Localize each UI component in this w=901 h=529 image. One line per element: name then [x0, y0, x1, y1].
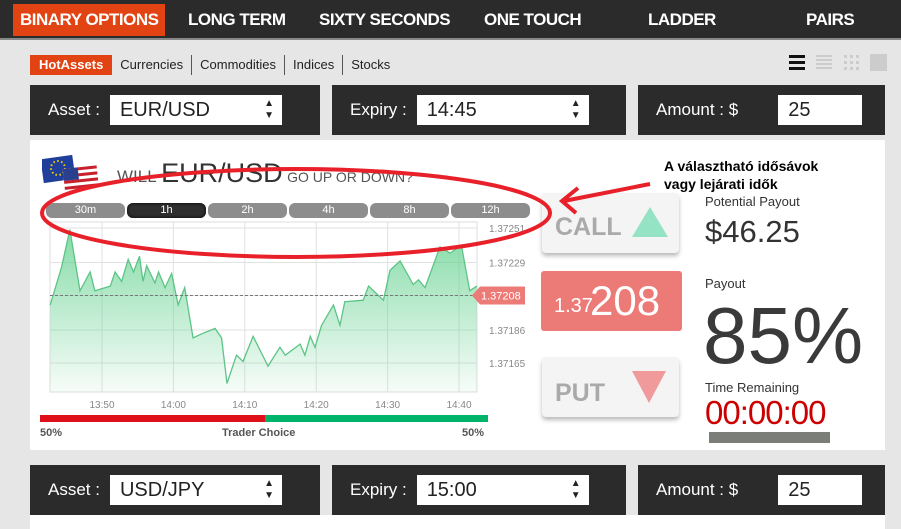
- amount-input-2[interactable]: 25: [778, 475, 863, 505]
- x-tick-label: 14:00: [161, 400, 186, 411]
- potential-payout-value: $46.25: [705, 214, 800, 249]
- potential-payout-label: Potential Payout: [705, 194, 800, 209]
- expiry-select-2[interactable]: 15:00 ▲ ▼: [416, 475, 589, 505]
- x-tick-label: 14:40: [446, 400, 471, 411]
- expiry-value: 15:00: [426, 479, 477, 501]
- put-percentage: 50%: [40, 427, 63, 439]
- call-button[interactable]: CALL: [542, 193, 679, 253]
- price-prefix: 1.37: [554, 295, 593, 317]
- x-tick-label: 14:20: [304, 400, 329, 411]
- payout-label: Payout: [705, 276, 746, 291]
- put-label: PUT: [555, 379, 605, 407]
- put-sentiment-bar: [40, 415, 265, 422]
- y-tick-label: 1.37251: [489, 224, 526, 235]
- y-tick-label: 1.37229: [489, 259, 526, 270]
- call-label: CALL: [555, 213, 622, 241]
- spinner-arrows-icon: ▲ ▼: [264, 478, 274, 501]
- x-tick-label: 13:50: [89, 400, 114, 411]
- payout-value: 85%: [703, 291, 864, 380]
- asset-selector-bar-2: Asset : USD/JPY ▲ ▼: [30, 465, 320, 515]
- next-trade-panel: [30, 515, 885, 529]
- call-percentage: 50%: [462, 427, 485, 439]
- current-price-display: 1.37 208: [541, 271, 682, 331]
- trader-choice-label: Trader Choice: [222, 427, 296, 439]
- put-button[interactable]: PUT: [542, 357, 679, 417]
- amount-bar-2: Amount : $ 25: [638, 465, 885, 515]
- amount-label: Amount : $: [656, 480, 739, 499]
- annotation-line-2: vagy lejárati idők: [664, 176, 778, 192]
- x-tick-label: 14:10: [232, 400, 257, 411]
- asset-label: Asset :: [48, 480, 100, 499]
- call-sentiment-bar: [265, 415, 488, 422]
- asset-value: USD/JPY: [119, 479, 205, 501]
- annotation-text: A választható idősávok vagy lejárati idő…: [664, 157, 818, 193]
- x-tick-label: 14:30: [375, 400, 400, 411]
- annotation-line-1: A választható idősávok: [664, 158, 819, 174]
- expiry-label: Expiry :: [350, 480, 407, 499]
- price-chart: 13:50 14:00 14:10 14:20 14:30 14:40 1.37251 1.3…: [49, 221, 526, 411]
- current-price-label: 1.37208: [481, 291, 521, 303]
- price-main: 208: [590, 277, 661, 324]
- spinner-arrows-icon: ▲ ▼: [570, 478, 581, 501]
- arrow-down-icon: [632, 371, 666, 403]
- arrow-up-icon: [632, 207, 668, 237]
- y-tick-label: 1.37165: [489, 359, 526, 370]
- time-remaining-bar: [709, 432, 830, 443]
- y-tick-label: 1.37186: [489, 326, 526, 337]
- expiry-selector-bar-2: Expiry : 15:00 ▲ ▼: [332, 465, 626, 515]
- time-remaining-label: Time Remaining: [705, 380, 800, 395]
- time-remaining-value: 00:00:00: [705, 394, 826, 431]
- asset-select-2[interactable]: USD/JPY ▲ ▼: [109, 475, 282, 505]
